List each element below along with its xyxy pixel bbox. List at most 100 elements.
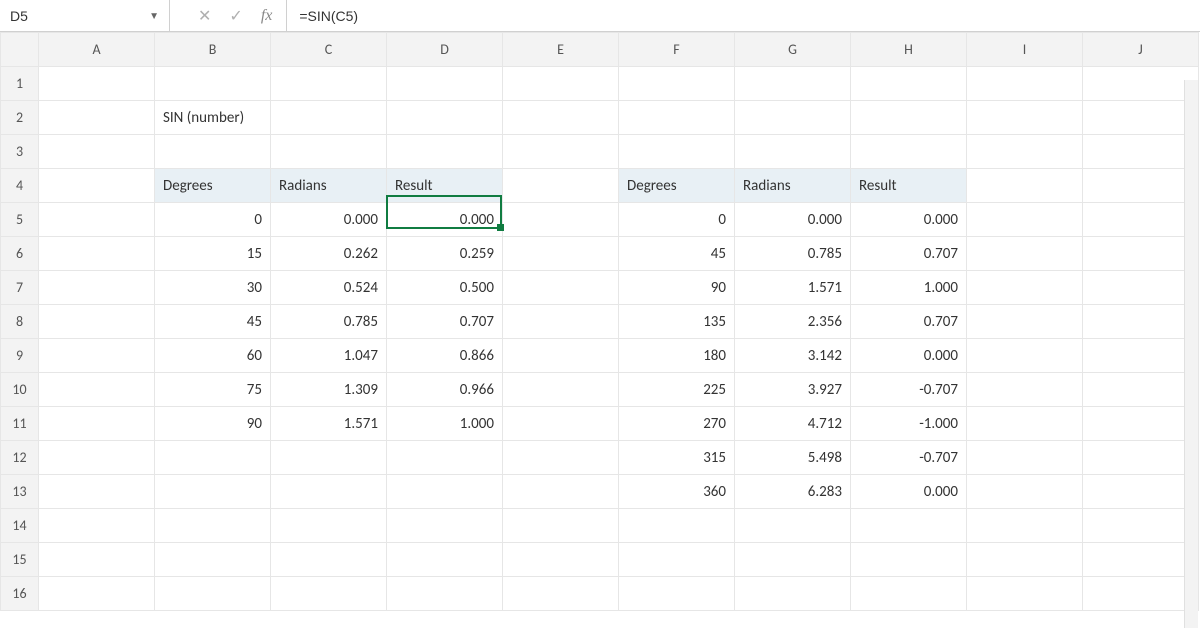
cell-A5[interactable] xyxy=(39,203,155,237)
cell-G10[interactable]: 3.927 xyxy=(735,373,851,407)
select-all-corner[interactable] xyxy=(1,33,39,67)
cell-B14[interactable] xyxy=(155,509,271,543)
cell-E1[interactable] xyxy=(503,67,619,101)
cell-B16[interactable] xyxy=(155,577,271,611)
cell-D10[interactable]: 0.966 xyxy=(387,373,503,407)
cell-I7[interactable] xyxy=(967,271,1083,305)
name-box[interactable]: ▼ xyxy=(0,0,170,31)
cell-J7[interactable] xyxy=(1083,271,1199,305)
cell-G9[interactable]: 3.142 xyxy=(735,339,851,373)
cell-C1[interactable] xyxy=(271,67,387,101)
cell-H14[interactable] xyxy=(851,509,967,543)
row-header-3[interactable]: 3 xyxy=(1,135,39,169)
cell-F14[interactable] xyxy=(619,509,735,543)
cell-I8[interactable] xyxy=(967,305,1083,339)
cell-F8[interactable]: 135 xyxy=(619,305,735,339)
cell-A10[interactable] xyxy=(39,373,155,407)
cell-A8[interactable] xyxy=(39,305,155,339)
fx-icon[interactable]: fx xyxy=(261,7,273,25)
cell-D15[interactable] xyxy=(387,543,503,577)
cell-G7[interactable]: 1.571 xyxy=(735,271,851,305)
cell-H12[interactable]: -0.707 xyxy=(851,441,967,475)
row-header-14[interactable]: 14 xyxy=(1,509,39,543)
cell-E2[interactable] xyxy=(503,101,619,135)
cell-G3[interactable] xyxy=(735,135,851,169)
row-header-2[interactable]: 2 xyxy=(1,101,39,135)
cell-F15[interactable] xyxy=(619,543,735,577)
cell-B11[interactable]: 90 xyxy=(155,407,271,441)
cell-I6[interactable] xyxy=(967,237,1083,271)
cell-D4[interactable]: Result xyxy=(387,169,503,203)
cell-I14[interactable] xyxy=(967,509,1083,543)
row-header-11[interactable]: 11 xyxy=(1,407,39,441)
cell-E9[interactable] xyxy=(503,339,619,373)
cell-J8[interactable] xyxy=(1083,305,1199,339)
cell-B2[interactable]: SIN (number) xyxy=(155,101,271,135)
cell-I12[interactable] xyxy=(967,441,1083,475)
cell-E8[interactable] xyxy=(503,305,619,339)
cell-A3[interactable] xyxy=(39,135,155,169)
cell-G5[interactable]: 0.000 xyxy=(735,203,851,237)
cell-C11[interactable]: 1.571 xyxy=(271,407,387,441)
cell-J15[interactable] xyxy=(1083,543,1199,577)
cell-G1[interactable] xyxy=(735,67,851,101)
row-header-13[interactable]: 13 xyxy=(1,475,39,509)
cell-G6[interactable]: 0.785 xyxy=(735,237,851,271)
cell-J5[interactable] xyxy=(1083,203,1199,237)
cell-H15[interactable] xyxy=(851,543,967,577)
cell-I9[interactable] xyxy=(967,339,1083,373)
cell-D11[interactable]: 1.000 xyxy=(387,407,503,441)
col-header-D[interactable]: D xyxy=(387,33,503,67)
cell-H1[interactable] xyxy=(851,67,967,101)
cell-E12[interactable] xyxy=(503,441,619,475)
cell-F3[interactable] xyxy=(619,135,735,169)
cell-H7[interactable]: 1.000 xyxy=(851,271,967,305)
cell-D9[interactable]: 0.866 xyxy=(387,339,503,373)
cell-B6[interactable]: 15 xyxy=(155,237,271,271)
cell-C7[interactable]: 0.524 xyxy=(271,271,387,305)
cell-I2[interactable] xyxy=(967,101,1083,135)
cell-D6[interactable]: 0.259 xyxy=(387,237,503,271)
col-header-G[interactable]: G xyxy=(735,33,851,67)
cell-B7[interactable]: 30 xyxy=(155,271,271,305)
cell-B5[interactable]: 0 xyxy=(155,203,271,237)
row-header-16[interactable]: 16 xyxy=(1,577,39,611)
cell-C9[interactable]: 1.047 xyxy=(271,339,387,373)
cell-C15[interactable] xyxy=(271,543,387,577)
cell-H9[interactable]: 0.000 xyxy=(851,339,967,373)
row-header-6[interactable]: 6 xyxy=(1,237,39,271)
cell-I3[interactable] xyxy=(967,135,1083,169)
cell-E16[interactable] xyxy=(503,577,619,611)
vertical-scrollbar[interactable] xyxy=(1184,80,1198,628)
cell-B1[interactable] xyxy=(155,67,271,101)
cell-J2[interactable] xyxy=(1083,101,1199,135)
cell-F11[interactable]: 270 xyxy=(619,407,735,441)
cell-C13[interactable] xyxy=(271,475,387,509)
cell-D16[interactable] xyxy=(387,577,503,611)
row-header-8[interactable]: 8 xyxy=(1,305,39,339)
col-header-F[interactable]: F xyxy=(619,33,735,67)
cell-D12[interactable] xyxy=(387,441,503,475)
cell-C5[interactable]: 0.000 xyxy=(271,203,387,237)
cell-J14[interactable] xyxy=(1083,509,1199,543)
cancel-icon[interactable]: ✕ xyxy=(198,6,211,26)
cell-F16[interactable] xyxy=(619,577,735,611)
cell-F1[interactable] xyxy=(619,67,735,101)
cell-F9[interactable]: 180 xyxy=(619,339,735,373)
cell-I4[interactable] xyxy=(967,169,1083,203)
cell-C10[interactable]: 1.309 xyxy=(271,373,387,407)
cell-G11[interactable]: 4.712 xyxy=(735,407,851,441)
spreadsheet-grid[interactable]: ABCDEFGHIJ12SIN (number)34DegreesRadians… xyxy=(0,32,1200,611)
cell-I16[interactable] xyxy=(967,577,1083,611)
cell-E11[interactable] xyxy=(503,407,619,441)
cell-J16[interactable] xyxy=(1083,577,1199,611)
cell-B13[interactable] xyxy=(155,475,271,509)
cell-H2[interactable] xyxy=(851,101,967,135)
cell-F2[interactable] xyxy=(619,101,735,135)
cell-C3[interactable] xyxy=(271,135,387,169)
cell-A12[interactable] xyxy=(39,441,155,475)
cell-F4[interactable]: Degrees xyxy=(619,169,735,203)
cell-E14[interactable] xyxy=(503,509,619,543)
cell-A16[interactable] xyxy=(39,577,155,611)
cell-J6[interactable] xyxy=(1083,237,1199,271)
